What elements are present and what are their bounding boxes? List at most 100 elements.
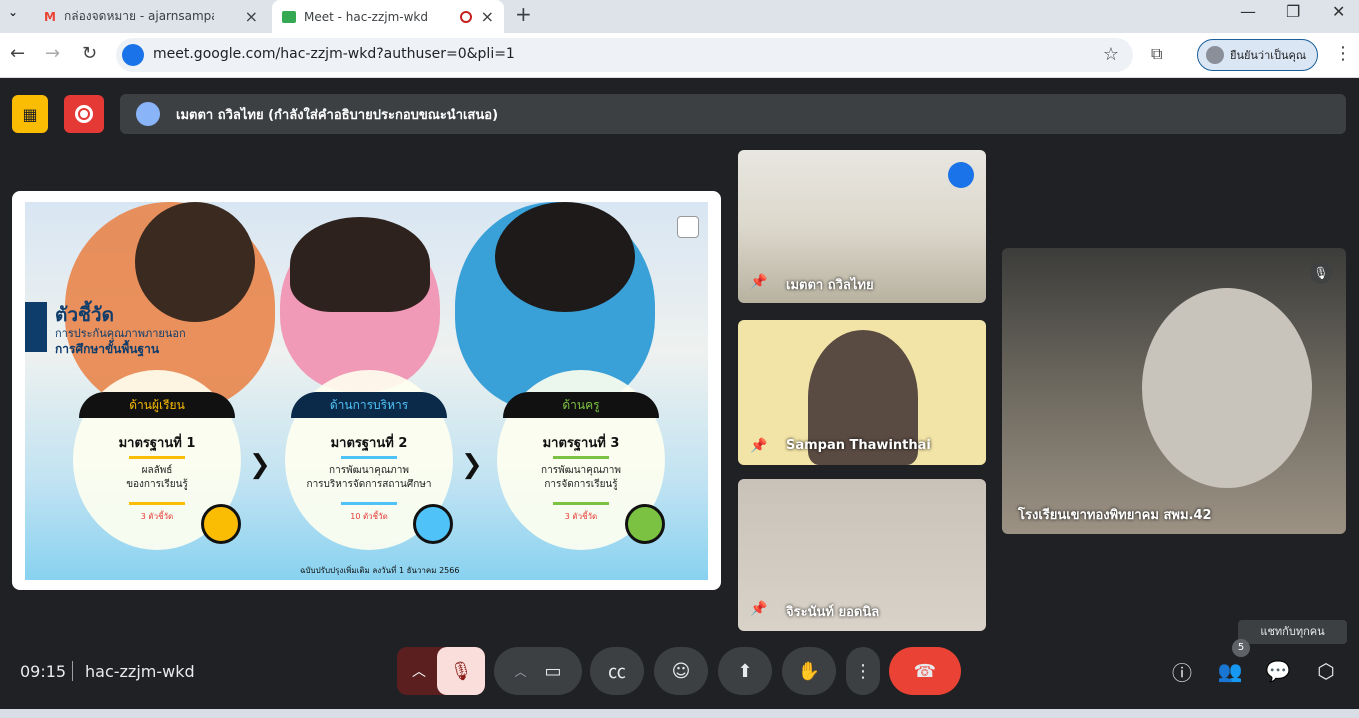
participant-tile[interactable]: 🎙 โรงเรียนเขาทองพิทยาคม สพม.42	[1002, 248, 1346, 534]
card-standard: มาตรฐานที่ 2	[330, 436, 408, 451]
leave-call-button[interactable]: ☎	[889, 647, 961, 695]
divider	[553, 456, 609, 459]
chat-icon[interactable]: 💬	[1260, 653, 1296, 689]
slide: ตัวชี้วัด การประกันคุณภาพภายนอก การศึกษา…	[25, 202, 708, 580]
people-icon[interactable]: 👥	[1212, 653, 1248, 689]
tab-meet[interactable]: Meet - hac-zzjm-wkd ×	[272, 0, 504, 33]
bookmark-star-icon[interactable]: ☆	[1103, 44, 1119, 65]
card-desc: การพัฒนาคุณภาพ การจัดการเรียนรู้	[541, 465, 621, 490]
slide-footer: ฉบับปรับปรุงเพิ่มเติม ลงวันที่ 1 ธันวาคม…	[300, 566, 460, 575]
new-tab-button[interactable]: +	[515, 2, 532, 26]
card-band: ด้านครู	[503, 392, 659, 418]
admin-icon	[413, 504, 453, 544]
logo-icon	[677, 216, 699, 238]
presentation-tile[interactable]: ตัวชี้วัด การประกันคุณภาพภายนอก การศึกษา…	[12, 191, 721, 590]
meeting-code: hac-zzjm-wkd	[85, 662, 195, 681]
camera-button[interactable]: ▭	[545, 661, 562, 682]
card-standard: มาตรฐานที่ 1	[118, 436, 196, 451]
meet-stage: ▦ เมตตา ถวิลไทย (กำลังใส่คำอธิบายประกอบข…	[0, 79, 1359, 709]
learner-icon	[201, 504, 241, 544]
close-tab-icon[interactable]: ×	[245, 7, 258, 26]
pin-icon[interactable]: 📌	[750, 601, 767, 617]
tab-title: Meet - hac-zzjm-wkd	[304, 9, 429, 24]
extensions-icon[interactable]: ⧉	[1151, 44, 1162, 64]
tab-gmail[interactable]: M กล่องจดหมาย - ajarnsampan@gm ×	[36, 0, 268, 33]
participant-name: Sampan Thawinthai	[786, 438, 931, 453]
presenter-bar: เมตตา ถวิลไทย (กำลังใส่คำอธิบายประกอบขณะ…	[120, 94, 1346, 134]
reload-icon[interactable]: ↻	[82, 43, 97, 64]
present-screen-button[interactable]: ⬆	[718, 647, 772, 695]
camera-controls: ︿ ▭	[494, 647, 582, 695]
standard-card: ด้านครู มาตรฐานที่ 3 การพัฒนาคุณภาพ การจั…	[497, 370, 665, 550]
gmail-icon: M	[44, 9, 56, 24]
browser-menu-icon[interactable]: ⋮	[1334, 43, 1352, 64]
chevron-right-icon: ❯	[461, 450, 483, 480]
avatar	[1206, 46, 1224, 64]
child-image	[290, 217, 430, 312]
taskbar	[0, 709, 1359, 718]
tab-search-icon[interactable]: ⌄	[8, 5, 24, 21]
restore-icon[interactable]: ❐	[1286, 2, 1300, 21]
participant-video	[1142, 288, 1312, 488]
emoji-button[interactable]: ☺	[654, 647, 708, 695]
meeting-info-icon[interactable]: ⓘ	[1164, 653, 1200, 689]
profile-button[interactable]: ยืนยันว่าเป็นคุณ	[1197, 39, 1318, 71]
card-desc: ผลลัพธ์ ของการเรียนรู้	[126, 465, 188, 490]
participant-name: เมตตา ถวิลไทย	[786, 278, 874, 293]
standard-card: ด้านผู้เรียน มาตรฐานที่ 1 ผลลัพธ์ ของการเ…	[73, 370, 241, 550]
card-desc: การพัฒนาคุณภาพ การบริหารจัดการสถานศึกษา	[306, 465, 432, 490]
divider	[341, 456, 397, 459]
pin-icon[interactable]: 📌	[750, 438, 767, 454]
card-standard: มาตรฐานที่ 3	[542, 436, 620, 451]
teacher-icon	[625, 504, 665, 544]
card-band: ด้านผู้เรียน	[79, 392, 235, 418]
card-band: ด้านการบริหาร	[291, 392, 447, 418]
site-info-icon[interactable]	[122, 44, 144, 66]
captions-button[interactable]: ㏄	[590, 647, 644, 695]
back-icon[interactable]: ←	[10, 43, 25, 64]
divider	[129, 502, 185, 505]
host-controls-button[interactable]: ▦	[12, 95, 48, 133]
mic-off-button[interactable]: 🎙	[437, 647, 485, 695]
activities-icon[interactable]: ⬡	[1308, 653, 1344, 689]
more-options-button[interactable]: ⋮	[846, 647, 880, 695]
participant-tile[interactable]: 📌 Sampan Thawinthai	[738, 320, 986, 465]
participant-tile[interactable]: 📌 จิระนันท์ ยอดนิล	[738, 479, 986, 631]
recording-button[interactable]	[64, 95, 104, 133]
pin-icon[interactable]: 📌	[750, 274, 767, 290]
minimize-icon[interactable]: —	[1240, 2, 1256, 21]
divider	[72, 661, 73, 681]
omnibox[interactable]: meet.google.com/hac-zzjm-wkd?authuser=0&…	[116, 38, 1133, 72]
close-tab-icon[interactable]: ×	[481, 7, 494, 26]
control-bar: 09:15 hac-zzjm-wkd ︿ 🎙 ︿ ▭ ㏄ ☺ ⬆ ✋ ⋮ ☎ ⓘ…	[0, 639, 1359, 709]
divider	[341, 502, 397, 505]
mic-options-chevron-icon[interactable]: ︿	[397, 647, 441, 695]
meeting-time: 09:15	[20, 662, 67, 681]
divider	[129, 456, 185, 459]
presenter-text: เมตตา ถวิลไทย (กำลังใส่คำอธิบายประกอบขณะ…	[176, 107, 499, 123]
meet-icon	[282, 10, 296, 23]
chevron-right-icon: ❯	[249, 450, 271, 480]
recording-indicator-icon	[460, 10, 472, 23]
accent-bar	[25, 302, 47, 352]
muted-mic-icon: 🎙	[1310, 262, 1332, 284]
child-image	[495, 202, 635, 312]
record-icon	[75, 105, 93, 123]
address-bar: ← → ↻ meet.google.com/hac-zzjm-wkd?authu…	[0, 33, 1359, 78]
forward-icon[interactable]: →	[45, 43, 60, 64]
camera-off-icon: ▦	[22, 104, 38, 124]
divider	[553, 502, 609, 505]
avatar	[136, 102, 160, 126]
child-image	[135, 202, 255, 322]
participant-tile[interactable]: 📌 เมตตา ถวิลไทย	[738, 150, 986, 303]
mic-controls: ︿ 🎙	[397, 647, 485, 695]
close-window-icon[interactable]: ✕	[1332, 2, 1345, 21]
standard-card: ด้านการบริหาร มาตรฐานที่ 2 การพัฒนาคุณภา…	[285, 370, 453, 550]
participant-name: จิระนันท์ ยอดนิล	[786, 605, 880, 620]
speaking-indicator-icon	[948, 162, 974, 188]
tab-title: กล่องจดหมาย - ajarnsampan@gm	[63, 9, 214, 23]
participant-name: โรงเรียนเขาทองพิทยาคม สพม.42	[1018, 508, 1212, 523]
url-text[interactable]: meet.google.com/hac-zzjm-wkd?authuser=0&…	[153, 46, 515, 62]
camera-options-chevron-icon[interactable]: ︿	[514, 663, 526, 680]
raise-hand-button[interactable]: ✋	[782, 647, 836, 695]
